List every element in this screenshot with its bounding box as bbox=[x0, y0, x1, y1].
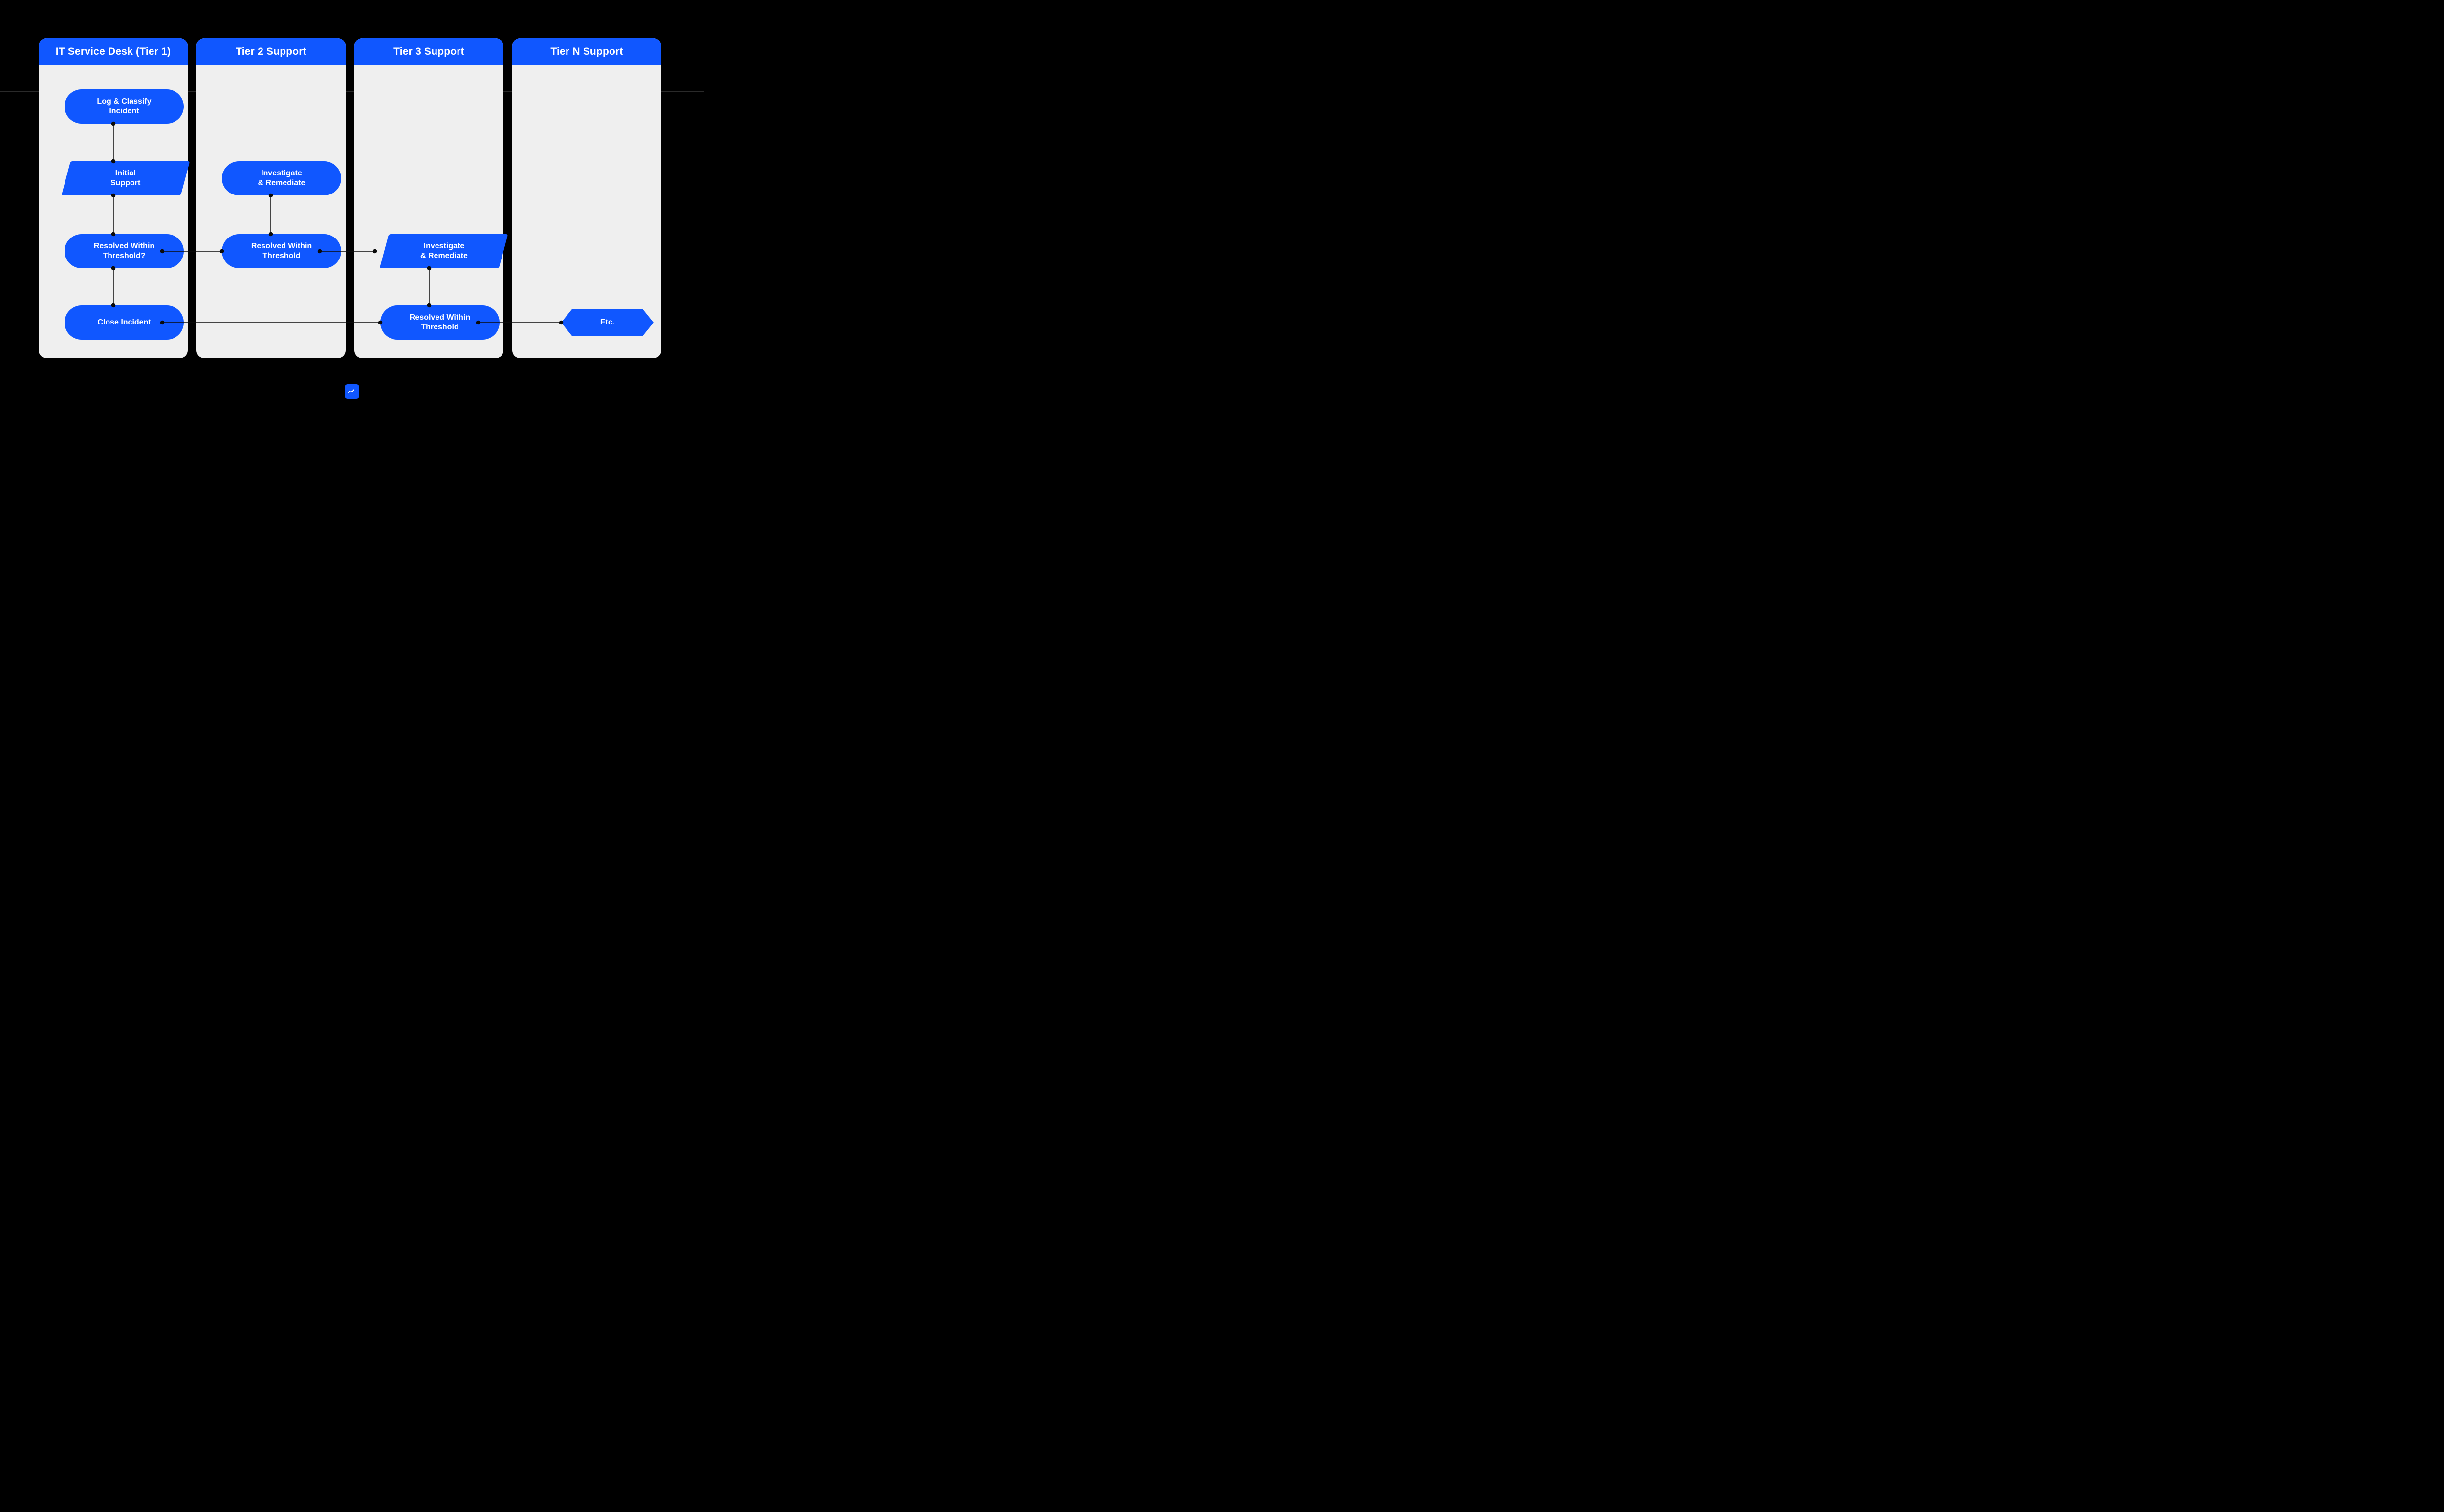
node-initial-support: Initial Support bbox=[62, 161, 190, 195]
node-log-classify: Log & Classify Incident bbox=[65, 89, 184, 124]
node-resolved-question-label: Resolved Within Threshold? bbox=[94, 241, 154, 261]
node-resolved-question: Resolved Within Threshold? bbox=[65, 234, 184, 268]
node-t3-investigate-label: Investigate & Remediate bbox=[420, 241, 468, 261]
diagram-stage: IT Service Desk (Tier 1) Tier 2 Support … bbox=[0, 0, 704, 408]
node-close-incident-label: Close Incident bbox=[97, 318, 151, 327]
lane-tier3-title: Tier 3 Support bbox=[354, 38, 503, 65]
node-log-classify-label: Log & Classify Incident bbox=[97, 97, 151, 116]
node-etc-label: Etc. bbox=[600, 318, 614, 327]
lane-tier2: Tier 2 Support bbox=[196, 38, 346, 358]
node-t3-resolved-label: Resolved Within Threshold bbox=[410, 313, 470, 332]
node-t2-investigate: Investigate & Remediate bbox=[222, 161, 341, 195]
node-t2-investigate-label: Investigate & Remediate bbox=[258, 169, 306, 188]
node-initial-support-label: Initial Support bbox=[110, 169, 140, 188]
lane-tiern-title: Tier N Support bbox=[512, 38, 661, 65]
node-etc: Etc. bbox=[561, 309, 654, 336]
scribble-icon bbox=[345, 384, 359, 399]
node-close-incident: Close Incident bbox=[65, 305, 184, 340]
node-t3-resolved: Resolved Within Threshold bbox=[380, 305, 500, 340]
node-t3-investigate: Investigate & Remediate bbox=[380, 234, 508, 268]
lane-tier2-title: Tier 2 Support bbox=[196, 38, 346, 65]
node-t2-resolved: Resolved Within Threshold bbox=[222, 234, 341, 268]
node-t2-resolved-label: Resolved Within Threshold bbox=[251, 241, 312, 261]
lane-tier1-title: IT Service Desk (Tier 1) bbox=[39, 38, 188, 65]
